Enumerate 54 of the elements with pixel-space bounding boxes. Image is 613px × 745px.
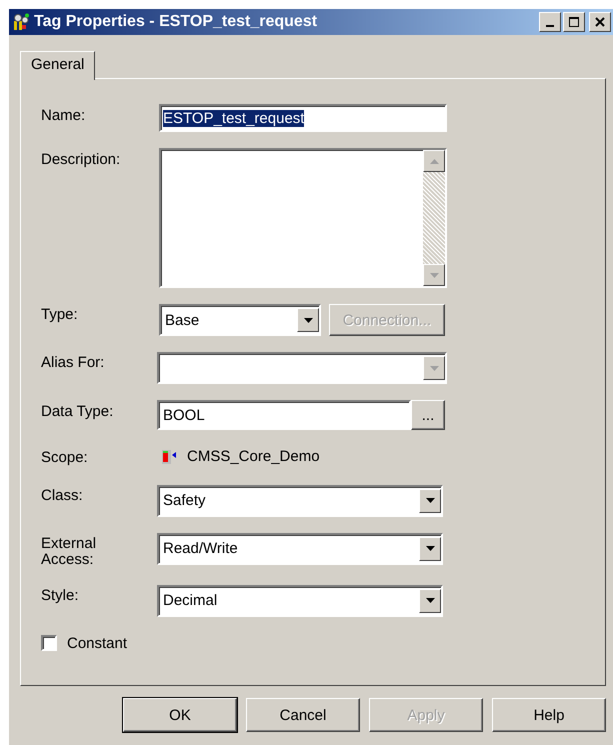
dropdown-arrow-button[interactable] — [297, 308, 319, 332]
close-button[interactable] — [589, 12, 611, 32]
field-value: BOOL — [163, 406, 206, 424]
dialog-button[interactable]: OK — [123, 698, 237, 732]
dropdown-value: Safety — [163, 492, 207, 509]
dropdown-value: Decimal — [163, 592, 218, 609]
down-arrow-icon — [430, 366, 438, 370]
dropdown-arrow-button[interactable] — [419, 488, 441, 512]
field-label: External Access: — [41, 534, 98, 568]
dropdown[interactable]: Base — [159, 304, 321, 336]
window-title: Tag Properties - ESTOP_test_request — [34, 13, 318, 31]
down-arrow-icon — [426, 598, 434, 603]
dropdown-value: Base — [165, 312, 200, 328]
down-arrow-icon — [426, 546, 434, 551]
field-label: Class: — [41, 486, 84, 504]
field-label: Alias For: — [41, 353, 106, 372]
dropdown[interactable]: Read/Write — [157, 532, 443, 564]
maximize-button[interactable] — [563, 12, 585, 32]
controller-icon — [161, 448, 177, 464]
field-label: Name: — [41, 106, 86, 124]
dropdown-value: Read/Write — [163, 540, 239, 557]
minimize-icon — [546, 25, 554, 27]
browse-button[interactable]: ... — [411, 400, 445, 430]
scroll-up-button[interactable] — [423, 150, 445, 172]
dialog-button[interactable]: Cancel — [246, 698, 360, 732]
scroll-bar[interactable] — [423, 150, 445, 286]
checkbox[interactable] — [41, 635, 57, 651]
field-label: Description: — [41, 150, 122, 168]
scroll-down-button[interactable] — [423, 264, 445, 286]
checkbox-label: Constant — [67, 634, 128, 652]
name-field[interactable]: ESTOP_test_request — [159, 104, 447, 132]
dropdown[interactable]: Safety — [157, 484, 443, 516]
minimize-button[interactable] — [539, 12, 561, 32]
data-type-field[interactable]: BOOL — [157, 400, 411, 430]
tab[interactable]: General — [20, 51, 96, 80]
constant-checkbox[interactable]: Constant — [41, 634, 605, 652]
down-arrow-icon — [426, 498, 434, 503]
dropdown[interactable]: Decimal — [157, 584, 443, 616]
close-icon — [595, 17, 605, 27]
dialog-button[interactable]: Help — [492, 698, 606, 732]
dropdown-arrow-button[interactable] — [419, 588, 441, 612]
tag-app-icon — [12, 13, 30, 31]
field-label: Style: — [41, 586, 80, 604]
field-value: ESTOP_test_request — [163, 110, 304, 126]
down-arrow-icon — [304, 318, 312, 322]
dropdown-arrow-button[interactable] — [419, 536, 441, 560]
field-label: Scope: — [41, 448, 89, 466]
maximize-icon — [569, 17, 579, 27]
field-label: Data Type: — [41, 402, 114, 420]
up-arrow-icon — [430, 158, 438, 164]
down-arrow-icon — [430, 272, 438, 278]
field-label: Type: — [41, 305, 79, 324]
scope-value: CMSS_Core_Demo — [187, 448, 320, 465]
description-field[interactable] — [159, 148, 447, 288]
